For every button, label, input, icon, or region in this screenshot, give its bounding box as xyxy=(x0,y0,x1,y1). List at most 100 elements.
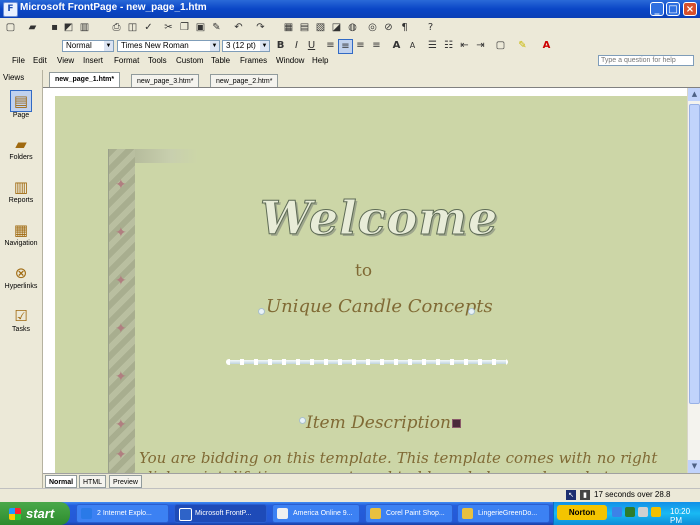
taskbar-item-paint-shop[interactable]: Corel Paint Shop... xyxy=(365,504,453,523)
align-center-icon[interactable]: ≡ xyxy=(338,39,353,54)
insert-table-icon[interactable]: ▤ xyxy=(298,21,311,34)
open-icon[interactable]: ▰ xyxy=(26,21,39,34)
paste-icon[interactable]: ▣ xyxy=(194,21,207,34)
title-bar: F Microsoft FrontPage - new_page_1.htm _… xyxy=(0,0,700,18)
internet-explorer-icon xyxy=(81,508,92,519)
undo-icon[interactable]: ↶ xyxy=(232,21,245,34)
download-speed-icon: ▮ xyxy=(580,490,590,500)
spelling-icon[interactable]: ✓ xyxy=(142,21,155,34)
bullets-icon[interactable]: ☷ xyxy=(442,39,455,52)
menu-bar: File Edit View Insert Format Tools Custo… xyxy=(0,54,700,68)
views-item-reports[interactable]: ▥ Reports xyxy=(0,177,42,204)
tab-preview[interactable]: Preview xyxy=(109,475,142,488)
publish-icon[interactable]: ◩ xyxy=(62,21,75,34)
tab-html[interactable]: HTML xyxy=(79,475,107,488)
preview-icon[interactable]: ◫ xyxy=(126,21,139,34)
numbering-icon[interactable]: ☰ xyxy=(426,39,439,52)
format-painter-icon[interactable]: ✎ xyxy=(210,21,223,34)
help-icon[interactable]: ? xyxy=(424,21,437,34)
volume-icon[interactable] xyxy=(638,507,648,517)
views-item-folders[interactable]: ▰ Folders xyxy=(0,134,42,161)
network-icon[interactable] xyxy=(612,507,622,517)
windows-logo-icon xyxy=(9,508,21,520)
font-color-icon[interactable]: A xyxy=(540,39,553,52)
status-bar: ↖ ▮ 17 seconds over 28.8 xyxy=(0,488,700,503)
taskbar-item-lingerie-doc[interactable]: LingerieGreenDo... xyxy=(457,504,550,523)
menu-window[interactable]: Window xyxy=(276,56,304,65)
menu-insert[interactable]: Insert xyxy=(83,56,103,65)
folder-list-icon[interactable]: ▥ xyxy=(78,21,91,34)
increase-indent-icon[interactable]: ⇥ xyxy=(474,39,487,52)
aol-icon xyxy=(277,508,288,519)
borders-icon[interactable]: ▢ xyxy=(494,39,507,52)
bold-button[interactable]: B xyxy=(274,39,287,52)
taskbar-item-aol[interactable]: America Online 9... xyxy=(272,504,360,523)
font-size-select[interactable]: 3 (12 pt) ▼ xyxy=(222,40,270,52)
help-question-input[interactable]: Type a question for help xyxy=(598,55,694,66)
views-item-tasks[interactable]: ☑ Tasks xyxy=(0,306,42,333)
tab-new-page-3[interactable]: new_page_3.htm* xyxy=(131,74,200,87)
redo-icon[interactable]: ↷ xyxy=(254,21,267,34)
decrease-font-button[interactable]: A xyxy=(406,39,419,52)
minimize-button[interactable]: _ xyxy=(650,2,664,16)
drawing-icon[interactable]: ◪ xyxy=(330,21,343,34)
views-item-label: Hyperlinks xyxy=(4,283,38,290)
font-select[interactable]: Times New Roman ▼ xyxy=(117,40,220,52)
style-select[interactable]: Normal ▼ xyxy=(62,40,114,52)
document-tabs: new_page_1.htm* new_page_3.htm* new_page… xyxy=(43,71,700,88)
view-mode-bar: Normal HTML Preview xyxy=(43,473,700,489)
save-icon[interactable]: ▪ xyxy=(48,21,61,34)
tab-new-page-2[interactable]: new_page_2.htm* xyxy=(210,74,279,87)
menu-view[interactable]: View xyxy=(57,56,74,65)
new-page-icon[interactable]: ▢ xyxy=(4,21,17,34)
insert-picture-icon[interactable]: ▧ xyxy=(314,21,327,34)
maximize-button[interactable]: □ xyxy=(666,2,680,16)
highlight-icon[interactable]: ✎ xyxy=(516,39,529,52)
align-right-icon[interactable]: ≡ xyxy=(354,39,367,52)
close-button[interactable]: × xyxy=(683,2,697,16)
taskbar-item-frontpage[interactable]: Microsoft FrontP... xyxy=(174,504,267,523)
messenger-icon[interactable] xyxy=(651,507,661,517)
scroll-down-icon[interactable]: ▼ xyxy=(688,460,700,473)
justify-icon[interactable]: ≡ xyxy=(370,39,383,52)
stop-icon[interactable]: ⊘ xyxy=(382,21,395,34)
tab-normal[interactable]: Normal xyxy=(45,475,78,488)
to-text: to xyxy=(355,261,373,281)
italic-button[interactable]: I xyxy=(290,39,303,52)
menu-file[interactable]: File xyxy=(12,56,25,65)
menu-edit[interactable]: Edit xyxy=(33,56,47,65)
views-item-hyperlinks[interactable]: ⊗ Hyperlinks xyxy=(0,263,42,290)
copy-icon[interactable]: ❐ xyxy=(178,21,191,34)
page-canvas[interactable]: ✦ ✦ ✦ ✦ ✦ ✦ ✦ Welcome to Unique Candle C… xyxy=(55,96,687,473)
decrease-indent-icon[interactable]: ⇤ xyxy=(458,39,471,52)
views-item-navigation[interactable]: ▦ Navigation xyxy=(0,220,42,247)
item-description-heading: Item Description xyxy=(299,413,461,433)
menu-tools[interactable]: Tools xyxy=(148,56,167,65)
star-icon: ✦ xyxy=(115,225,127,241)
views-item-page[interactable]: ▤ Page xyxy=(0,90,42,119)
cut-icon[interactable]: ✂ xyxy=(162,21,175,34)
scroll-up-icon[interactable]: ▲ xyxy=(688,88,700,101)
taskbar-item-internet-explorer[interactable]: 2 Internet Explo... xyxy=(76,504,169,523)
hyperlink-icon[interactable]: ◍ xyxy=(346,21,359,34)
norton-button[interactable]: Norton xyxy=(557,505,607,520)
underline-button[interactable]: U xyxy=(305,39,318,52)
show-all-icon[interactable]: ¶ xyxy=(398,21,411,34)
menu-help[interactable]: Help xyxy=(312,56,328,65)
page-editor[interactable]: ✦ ✦ ✦ ✦ ✦ ✦ ✦ Welcome to Unique Candle C… xyxy=(43,88,687,473)
menu-custom[interactable]: Custom xyxy=(176,56,204,65)
antivirus-icon[interactable] xyxy=(625,507,635,517)
scroll-thumb[interactable] xyxy=(689,104,700,404)
web-component-icon[interactable]: ▦ xyxy=(282,21,295,34)
menu-table[interactable]: Table xyxy=(211,56,230,65)
vertical-scrollbar[interactable]: ▲ ▼ xyxy=(687,88,700,473)
increase-font-button[interactable]: A xyxy=(390,39,403,52)
menu-format[interactable]: Format xyxy=(114,56,139,65)
tab-new-page-1[interactable]: new_page_1.htm* xyxy=(49,72,121,87)
reports-icon: ▥ xyxy=(13,178,29,196)
menu-frames[interactable]: Frames xyxy=(240,56,267,65)
start-button[interactable]: start xyxy=(0,502,70,525)
refresh-icon[interactable]: ◎ xyxy=(366,21,379,34)
print-icon[interactable]: ⎙ xyxy=(110,21,123,34)
align-left-icon[interactable]: ≡ xyxy=(324,39,337,52)
